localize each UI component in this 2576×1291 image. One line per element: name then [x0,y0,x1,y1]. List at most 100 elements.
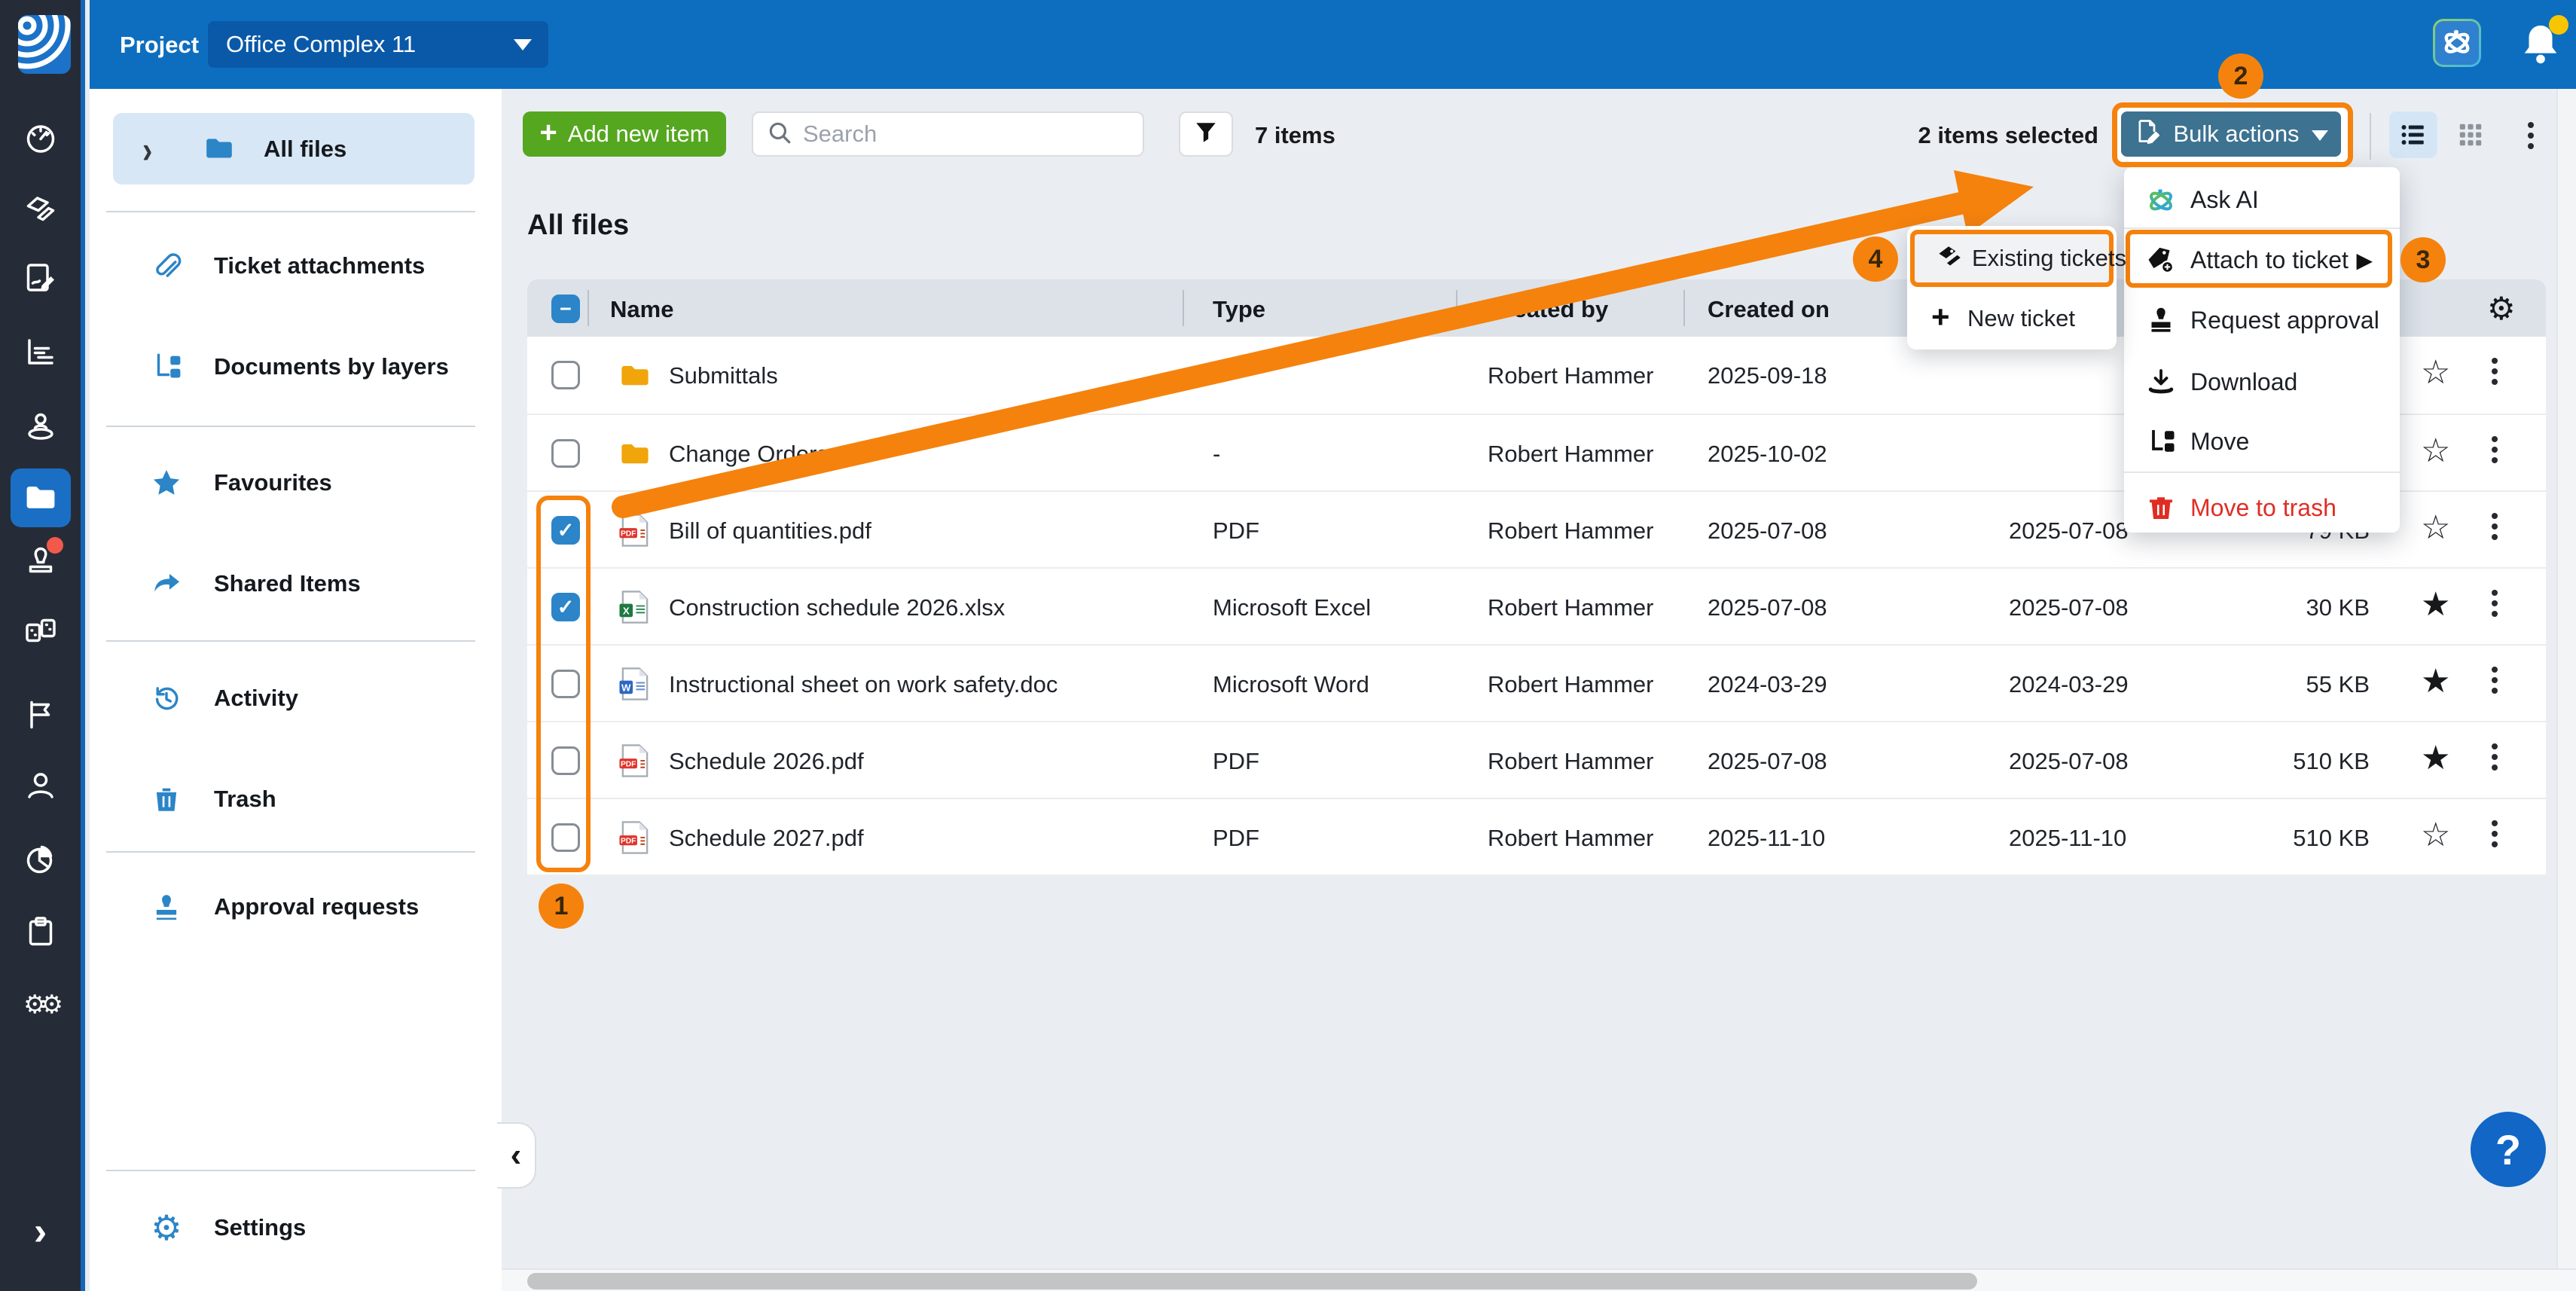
app-rail: ⚙⚙ › [0,0,85,1291]
file-type: Microsoft Excel [1213,594,1371,621]
help-button[interactable]: ? [2471,1112,2546,1187]
pdf-file-icon: PDF [618,819,652,862]
menu-item-ask-ai[interactable]: Ask AI [2124,172,2400,227]
file-type: PDF [1213,517,1259,545]
favourite-star-icon[interactable]: ☆ [2421,816,2450,854]
menu-item-label: Ask AI [2190,186,2259,214]
menu-item-download[interactable]: Download [2124,354,2400,410]
grid-view-button[interactable] [2446,111,2495,158]
menu-item-move[interactable]: Move [2124,414,2400,469]
menu-item-label: Download [2190,368,2297,396]
favourite-star-icon[interactable]: ☆ [2421,432,2450,470]
column-header-created-on[interactable]: Created on [1708,296,1830,323]
column-header-created-by[interactable]: Created by [1488,296,1608,323]
row-kebab-menu[interactable] [2492,513,2498,540]
file-created-by: Robert Hammer [1488,517,1654,545]
toolbar-kebab-menu[interactable] [2516,116,2546,155]
table-row[interactable]: PDF Schedule 2027.pdf PDF Robert Hammer … [527,798,2546,874]
file-created-by: Robert Hammer [1488,362,1654,389]
select-all-checkbox[interactable]: − [551,295,580,323]
chevron-down-icon [2312,130,2328,141]
file-name[interactable]: Schedule 2026.pdf [669,748,864,775]
rail-people-icon[interactable] [0,755,81,816]
sidebar-item-trash[interactable]: Trash [113,769,475,829]
vertical-scrollbar[interactable] [2556,89,2576,1291]
favourite-star-icon[interactable]: ★ [2421,662,2450,700]
bulk-edit-icon [2134,118,2161,151]
rail-settings-icon[interactable]: ⚙⚙ [0,975,81,1035]
horizontal-scrollbar[interactable] [502,1268,2576,1291]
project-selector[interactable]: Office Complex 11 [208,21,548,68]
favourite-star-icon[interactable]: ★ [2421,739,2450,777]
menu-item-move-to-trash[interactable]: Move to trash [2124,480,2400,536]
rail-approvals-icon[interactable] [0,531,81,591]
rail-form-icon[interactable] [0,249,81,309]
horizontal-scrollbar-thumb[interactable] [527,1273,1977,1289]
row-checkbox[interactable] [551,361,580,389]
bulk-actions-button[interactable]: Bulk actions [2121,111,2341,157]
file-name[interactable]: Schedule 2027.pdf [669,825,864,852]
row-kebab-menu[interactable] [2492,820,2498,847]
list-view-button[interactable] [2389,111,2437,158]
rail-resources-icon[interactable] [0,600,81,661]
rail-flags-icon[interactable] [0,685,81,745]
rail-gauge-icon[interactable] [0,108,81,168]
file-updated-on: 2024-03-29 [2009,671,2129,698]
sidebar-item-all-files-row[interactable]: All files [113,119,475,179]
sidebar-item-ticket-attachments[interactable]: Ticket attachments [113,236,475,296]
download-icon [2144,365,2178,399]
row-kebab-menu[interactable] [2492,590,2498,617]
list-view-icon [2398,120,2428,150]
menu-item-attach-to-ticket[interactable]: Attach to ticket ▶ [2126,230,2392,288]
favourite-star-icon[interactable]: ☆ [2421,353,2450,392]
rail-tags-icon[interactable] [0,179,81,240]
row-checkbox[interactable] [551,439,580,468]
menu-item-label: Attach to ticket [2190,246,2349,274]
sidebar-item-activity[interactable]: Activity [113,668,475,728]
rail-tasks-icon[interactable] [0,902,81,962]
submenu-item-new-ticket[interactable]: + New ticket [1910,292,2114,345]
sidebar-item-favourites[interactable]: Favourites [113,453,475,513]
search-input[interactable] [803,121,1104,148]
column-header-type[interactable]: Type [1213,296,1265,323]
table-settings-gear-icon[interactable]: ⚙ [2487,290,2516,327]
sidebar-collapse-button[interactable]: ‹ [497,1122,536,1189]
menu-item-request-approval[interactable]: Request approval [2124,292,2400,348]
file-type: Microsoft Word [1213,671,1369,698]
file-name[interactable]: Change Orders [669,441,829,468]
file-name[interactable]: Construction schedule 2026.xlsx [669,594,1005,621]
notifications-bell-icon[interactable] [2517,21,2564,68]
bulk-actions-label: Bulk actions [2173,121,2299,148]
rail-report-icon[interactable] [0,322,81,382]
table-row[interactable]: PDF Schedule 2026.pdf PDF Robert Hammer … [527,721,2546,798]
file-name[interactable]: Instructional sheet on work safety.doc [669,671,1058,698]
rail-expand-icon[interactable]: › [0,1201,81,1262]
favourite-star-icon[interactable]: ★ [2421,585,2450,624]
file-size: 510 KB [2147,825,2370,852]
filter-button[interactable] [1179,111,1233,157]
rail-location-icon[interactable] [0,395,81,455]
file-name[interactable]: Bill of quantities.pdf [669,517,871,545]
rail-analytics-icon[interactable] [0,829,81,890]
row-kebab-menu[interactable] [2492,358,2498,385]
sidebar-item-label: Documents by layers [214,353,449,380]
sidebar-item-settings[interactable]: ⚙ Settings [113,1198,475,1258]
table-row[interactable]: W Instructional sheet on work safety.doc… [527,644,2546,721]
favourite-star-icon[interactable]: ☆ [2421,508,2450,547]
rail-files-icon[interactable] [11,468,71,527]
row-kebab-menu[interactable] [2492,743,2498,771]
table-row[interactable]: ✓ X Construction schedule 2026.xlsx Micr… [527,567,2546,644]
sidebar-item-approval-requests[interactable]: Approval requests [113,877,475,937]
ask-ai-button[interactable] [2433,19,2481,67]
file-name[interactable]: Submittals [669,362,778,389]
add-new-item-button[interactable]: + Add new item [523,111,726,157]
row-kebab-menu[interactable] [2492,667,2498,694]
sidebar-item-documents-by-layers[interactable]: Documents by layers [113,337,475,397]
gear-icon: ⚙ [149,1210,184,1245]
row-kebab-menu[interactable] [2492,436,2498,463]
file-type: - [1213,441,1220,468]
bulk-actions-highlight: Bulk actions [2112,102,2353,167]
column-header-name[interactable]: Name [610,296,673,323]
sidebar-item-shared-items[interactable]: Shared Items [113,554,475,614]
submenu-item-existing-tickets[interactable]: Existing tickets [1910,230,2114,287]
